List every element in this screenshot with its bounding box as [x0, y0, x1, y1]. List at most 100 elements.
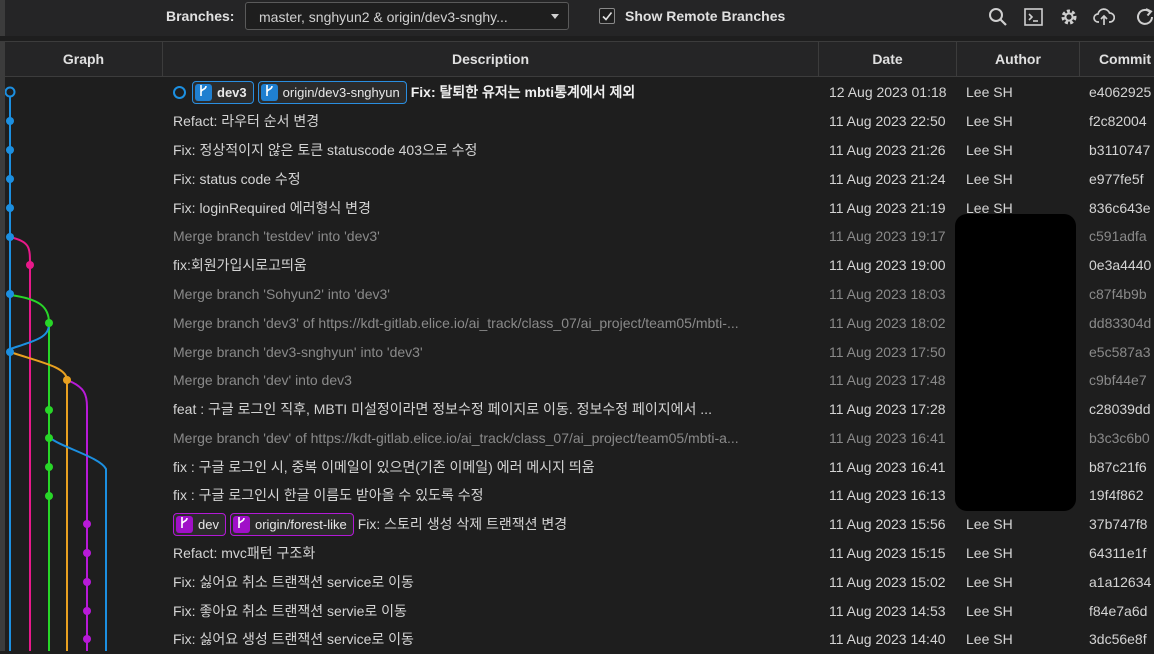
column-header-commit[interactable]: Commit: [1080, 42, 1154, 77]
commit-description: Fix: 정상적이지 않은 토큰 statuscode 403으로 수정: [173, 142, 478, 158]
commit-date: 11 Aug 2023 15:56: [829, 516, 946, 532]
commit-author: Lee SH: [966, 631, 1013, 647]
commit-description: Fix: 싫어요 취소 트랜잭션 service로 이동: [173, 574, 414, 590]
commit-hash: c9bf44e7: [1089, 372, 1147, 388]
commit-date: 12 Aug 2023 01:18: [829, 84, 947, 100]
show-remote-branches-label: Show Remote Branches: [625, 8, 786, 24]
commit-hash: b3c3c6b0: [1089, 430, 1150, 446]
commit-date: 11 Aug 2023 15:15: [829, 545, 946, 561]
commit-author: Lee SH: [966, 603, 1013, 619]
head-indicator-icon: [173, 85, 186, 99]
redacted-block: [955, 214, 1076, 511]
commit-hash: c591adfa: [1089, 228, 1147, 244]
commit-hash: 64311e1f: [1089, 545, 1147, 561]
commit-date: 11 Aug 2023 19:17: [829, 228, 946, 244]
commit-author: Lee SH: [966, 574, 1013, 590]
commit-date: 11 Aug 2023 15:02: [829, 574, 946, 590]
commit-description: Fix: 싫어요 생성 트랜잭션 service로 이동: [173, 631, 414, 647]
commit-description: fix:회원가입시로고띄움: [173, 257, 307, 273]
commit-hash: e5c587a3: [1089, 344, 1151, 360]
commit-date: 11 Aug 2023 18:02: [829, 315, 946, 331]
commit-hash: c28039dd: [1089, 401, 1151, 417]
commit-hash: f84e7a6d: [1089, 603, 1148, 619]
commit-author: Lee SH: [966, 516, 1013, 532]
commit-description: Fix: 좋아요 취소 트랜잭션 servie로 이동: [173, 603, 407, 619]
table-row[interactable]: dev origin/forest-like Fix: 스토리 생성 삭제 트랜잭션…: [5, 510, 1154, 539]
column-header-graph[interactable]: Graph: [5, 42, 163, 77]
commit-hash: e977fe5f: [1089, 171, 1144, 187]
table-row[interactable]: Refact: 라우터 순서 변경 11 Aug 2023 22:50 Lee …: [5, 107, 1154, 136]
gear-icon[interactable]: [1058, 6, 1080, 28]
commit-hash: e4062925: [1089, 84, 1152, 100]
cloud-upload-icon[interactable]: [1093, 6, 1115, 28]
branches-dropdown[interactable]: master, snghyun2 & origin/dev3-snghy...: [245, 2, 569, 30]
commit-author: Lee SH: [966, 545, 1013, 561]
commit-description: Merge branch 'dev3-snghyun' into 'dev3': [173, 344, 423, 360]
commit-description: dev origin/forest-like Fix: 스토리 생성 삭제 트랜잭션…: [168, 510, 820, 539]
branch-icon: [232, 515, 250, 533]
commit-hash: 19f4f862: [1089, 487, 1144, 503]
column-header-author[interactable]: Author: [957, 42, 1080, 77]
commit-description: Merge branch 'dev' into dev3: [173, 372, 352, 388]
commit-hash: b87c21f6: [1089, 459, 1147, 475]
commit-hash: 37b747f8: [1089, 516, 1148, 532]
branch-ref-remote[interactable]: origin/dev3-snghyun: [257, 80, 407, 104]
commit-date: 11 Aug 2023 22:50: [829, 113, 946, 129]
commit-description: fix : 구글 로그인 시, 중복 이메일이 있으면(기존 이메일) 에러 메…: [173, 459, 595, 475]
branch-icon: [176, 515, 193, 533]
commit-date: 11 Aug 2023 17:28: [829, 401, 946, 417]
commit-description: Merge branch 'Sohyun2' into 'dev3': [173, 286, 390, 302]
commit-date: 11 Aug 2023 21:19: [829, 200, 946, 216]
commit-hash: c87f4b9b: [1089, 286, 1147, 302]
commit-author: Lee SH: [966, 84, 1013, 100]
chevron-down-icon: [551, 14, 559, 19]
column-header-description[interactable]: Description: [163, 42, 819, 77]
commit-date: 11 Aug 2023 19:00: [829, 257, 946, 273]
commit-date: 11 Aug 2023 17:48: [829, 372, 946, 388]
commit-hash: 836c643e: [1089, 200, 1151, 216]
commit-hash: b3110747: [1089, 142, 1151, 158]
commit-hash: 0e3a4440: [1089, 257, 1152, 273]
branch-ref-local[interactable]: dev: [173, 512, 226, 536]
commit-description: feat : 구글 로그인 직후, MBTI 미설정이라면 정보수정 페이지로 …: [173, 401, 712, 417]
table-row[interactable]: Fix: 싫어요 취소 트랜잭션 service로 이동 11 Aug 2023…: [5, 568, 1154, 597]
commit-author: Lee SH: [966, 113, 1013, 129]
commit-date: 11 Aug 2023 21:24: [829, 171, 946, 187]
commit-author: Lee SH: [966, 142, 1013, 158]
commit-description: Fix: loginRequired 에러형식 변경: [173, 200, 371, 216]
commit-description: Fix: status code 수정: [173, 171, 301, 187]
commit-description: Merge branch 'testdev' into 'dev3': [173, 228, 380, 244]
branch-icon: [195, 83, 212, 101]
commit-hash: a1a12634: [1089, 574, 1152, 590]
check-icon: [602, 12, 613, 21]
search-icon[interactable]: [987, 6, 1009, 28]
commit-description: dev3 origin/dev3-snghyun Fix: 탈퇴한 유저는 mbti…: [168, 78, 820, 107]
commit-description: fix : 구글 로그인시 한글 이름도 받아올 수 있도록 수정: [173, 487, 484, 503]
commit-hash: f2c82004: [1089, 113, 1147, 129]
terminal-icon[interactable]: [1023, 6, 1045, 28]
commit-description: Refact: mvc패턴 구조화: [173, 545, 316, 561]
commit-description: Merge branch 'dev' of https://kdt-gitlab…: [173, 430, 739, 446]
commit-date: 11 Aug 2023 16:13: [829, 487, 946, 503]
table-row[interactable]: Fix: 정상적이지 않은 토큰 statuscode 403으로 수정 11 …: [5, 136, 1154, 165]
commit-hash: 3dc56e8f: [1089, 631, 1147, 647]
show-remote-branches-checkbox[interactable]: [599, 8, 615, 24]
toolbar: Branches: master, snghyun2 & origin/dev3…: [0, 0, 1154, 36]
refresh-icon[interactable]: [1134, 6, 1154, 28]
commit-date: 11 Aug 2023 21:26: [829, 142, 946, 158]
table-row[interactable]: Refact: mvc패턴 구조화 11 Aug 2023 15:15 Lee …: [5, 539, 1154, 568]
commit-description: Merge branch 'dev3' of https://kdt-gitla…: [173, 315, 739, 331]
commit-date: 11 Aug 2023 16:41: [829, 430, 946, 446]
branches-label: Branches:: [166, 8, 235, 24]
commit-date: 11 Aug 2023 14:40: [829, 631, 946, 647]
commit-description: Refact: 라우터 순서 변경: [173, 113, 320, 129]
table-row[interactable]: Fix: 싫어요 생성 트랜잭션 service로 이동 11 Aug 2023…: [5, 625, 1154, 654]
branch-ref-remote[interactable]: origin/forest-like: [229, 512, 354, 536]
column-header-date[interactable]: Date: [819, 42, 957, 77]
commit-date: 11 Aug 2023 14:53: [829, 603, 946, 619]
table-row[interactable]: Fix: 좋아요 취소 트랜잭션 servie로 이동 11 Aug 2023 …: [5, 597, 1154, 626]
table-row[interactable]: Fix: status code 수정 11 Aug 2023 21:24 Le…: [5, 165, 1154, 194]
commit-date: 11 Aug 2023 16:41: [829, 459, 946, 475]
branch-ref-local[interactable]: dev3: [192, 80, 254, 104]
table-row[interactable]: dev3 origin/dev3-snghyun Fix: 탈퇴한 유저는 mbti…: [5, 78, 1154, 107]
